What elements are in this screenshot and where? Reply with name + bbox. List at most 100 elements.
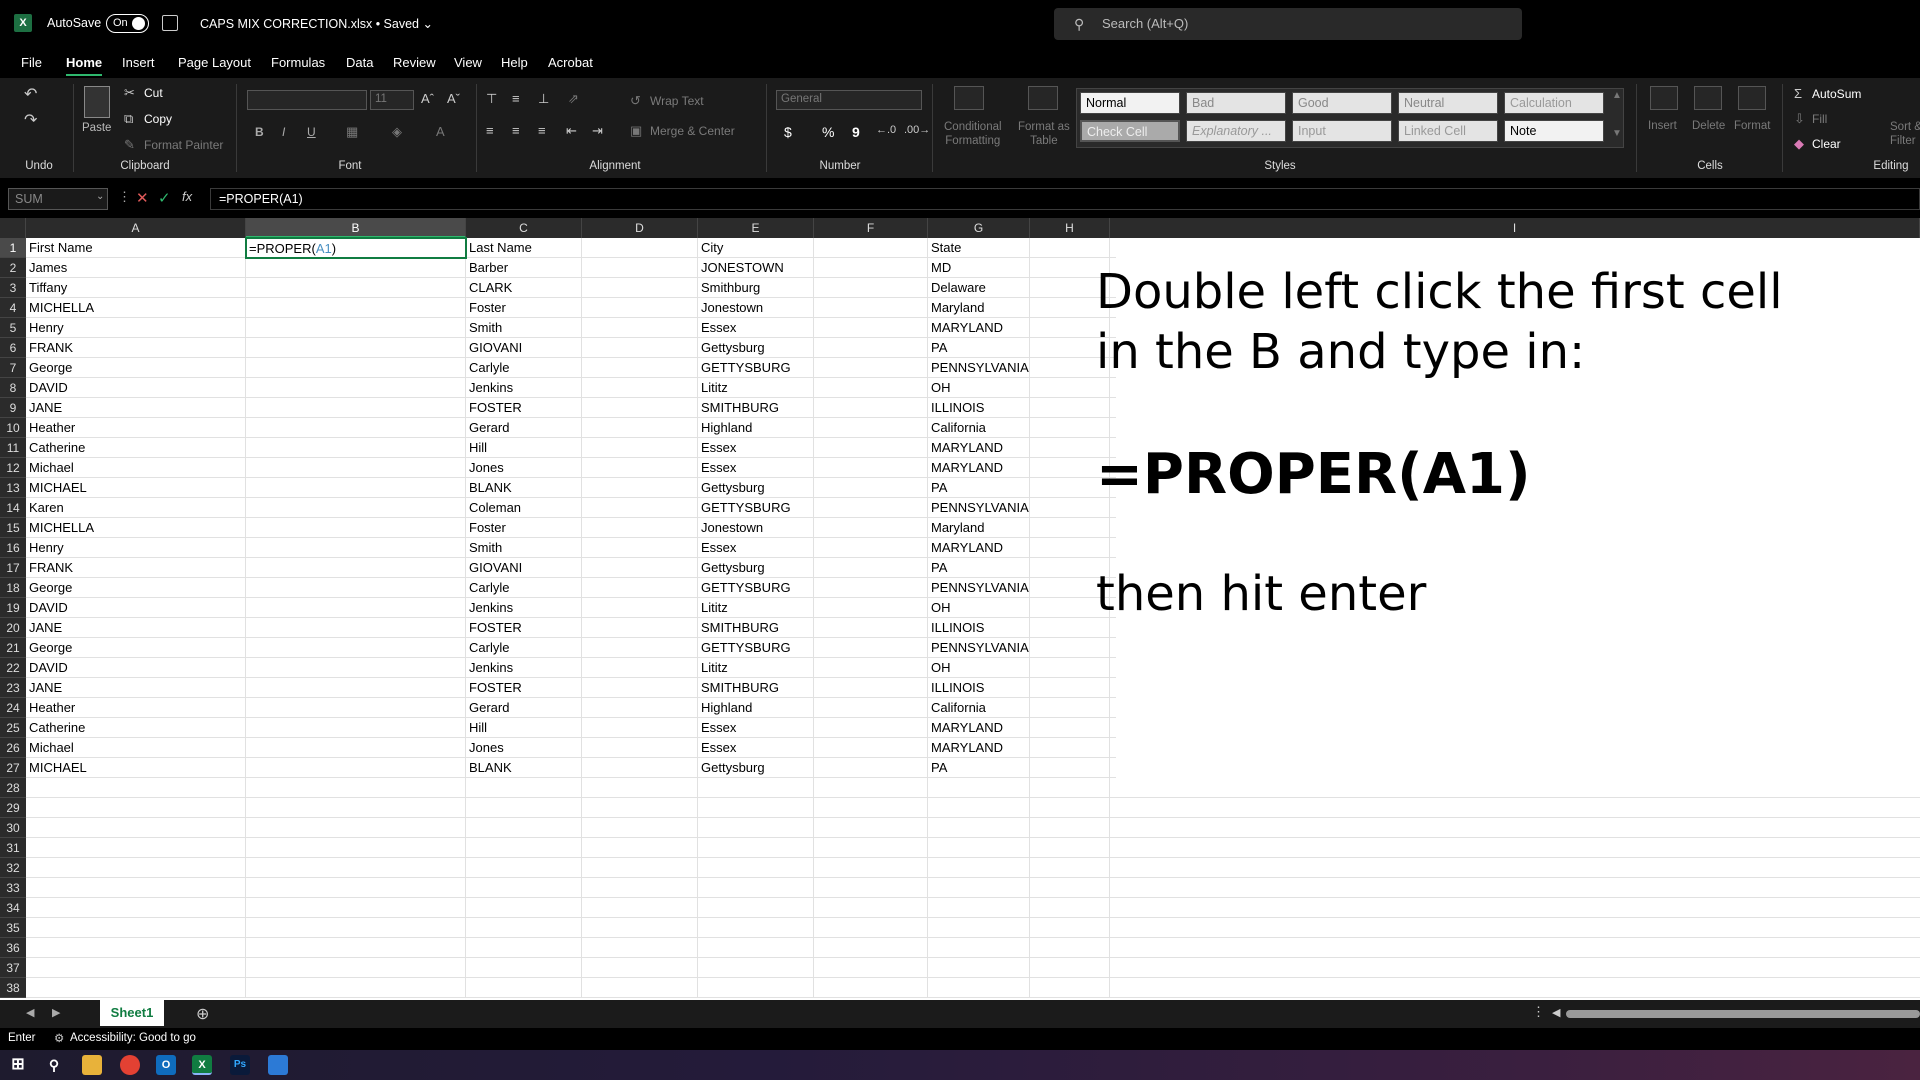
row-header[interactable]: 15 (0, 518, 26, 538)
cell-g13[interactable]: PA (928, 478, 1030, 498)
cell-c13[interactable]: BLANK (466, 478, 582, 498)
row-header[interactable]: 17 (0, 558, 26, 578)
cell-e1[interactable]: City (698, 238, 814, 258)
cell-a15[interactable]: MICHELLA (26, 518, 246, 538)
cell-g24[interactable]: California (928, 698, 1030, 718)
cell-e2[interactable]: JONESTOWN (698, 258, 814, 278)
cell-a2[interactable]: James (26, 258, 246, 278)
cell-c19[interactable]: Jenkins (466, 598, 582, 618)
row-header[interactable]: 37 (0, 958, 26, 978)
cell-a11[interactable]: Catherine (26, 438, 246, 458)
cell-e8[interactable]: Lititz (698, 378, 814, 398)
tab-insert[interactable]: Insert (122, 55, 155, 70)
cell-e9[interactable]: SMITHBURG (698, 398, 814, 418)
row-header[interactable]: 36 (0, 938, 26, 958)
copy-button[interactable]: Copy (144, 112, 172, 126)
align-middle-icon[interactable]: ≡ (512, 91, 520, 106)
photoshop-icon[interactable]: Ps (230, 1055, 250, 1075)
cell-a26[interactable]: Michael (26, 738, 246, 758)
cell-a12[interactable]: Michael (26, 458, 246, 478)
name-box[interactable]: SUM (8, 188, 108, 210)
format-as-table-button[interactable]: Format as Table (1018, 120, 1070, 148)
file-explorer-icon[interactable] (82, 1055, 102, 1075)
windows-start-icon[interactable]: ⊞ (8, 1055, 28, 1075)
cell-a8[interactable]: DAVID (26, 378, 246, 398)
cell-a9[interactable]: JANE (26, 398, 246, 418)
row-header[interactable]: 10 (0, 418, 26, 438)
cell-a18[interactable]: George (26, 578, 246, 598)
cell-g21[interactable]: PENNSYLVANIA (928, 638, 1030, 658)
cell-e12[interactable]: Essex (698, 458, 814, 478)
cell-a4[interactable]: MICHELLA (26, 298, 246, 318)
row-header[interactable]: 31 (0, 838, 26, 858)
cell-c18[interactable]: Carlyle (466, 578, 582, 598)
cell-e18[interactable]: GETTYSBURG (698, 578, 814, 598)
styles-scroll-up-icon[interactable]: ▲ (1612, 90, 1622, 101)
align-right-icon[interactable]: ≡ (538, 123, 546, 138)
enter-icon[interactable]: ✓ (158, 189, 171, 207)
cell-g25[interactable]: MARYLAND (928, 718, 1030, 738)
increase-font-icon[interactable]: Aˆ (421, 91, 434, 106)
autosum-button[interactable]: AutoSum (1812, 87, 1861, 101)
fill-color-icon[interactable]: ◈ (392, 124, 402, 140)
cell-e24[interactable]: Highland (698, 698, 814, 718)
row-header[interactable]: 22 (0, 658, 26, 678)
increase-indent-icon[interactable]: ⇥ (592, 123, 603, 139)
cell-a20[interactable]: JANE (26, 618, 246, 638)
cell-e17[interactable]: Gettysburg (698, 558, 814, 578)
row-header[interactable]: 26 (0, 738, 26, 758)
cut-button[interactable]: Cut (144, 86, 163, 100)
cell-a23[interactable]: JANE (26, 678, 246, 698)
cell-e3[interactable]: Smithburg (698, 278, 814, 298)
tab-acrobat[interactable]: Acrobat (548, 55, 593, 70)
cell-g18[interactable]: PENNSYLVANIA (928, 578, 1030, 598)
row-header[interactable]: 4 (0, 298, 26, 318)
cell-g12[interactable]: MARYLAND (928, 458, 1030, 478)
row-header[interactable]: 35 (0, 918, 26, 938)
row-header[interactable]: 9 (0, 398, 26, 418)
cell-g11[interactable]: MARYLAND (928, 438, 1030, 458)
cell-a24[interactable]: Heather (26, 698, 246, 718)
tab-options-icon[interactable]: ⋮ (1532, 1004, 1545, 1020)
bold-button[interactable]: B (255, 125, 264, 139)
cell-e7[interactable]: GETTYSBURG (698, 358, 814, 378)
row-header[interactable]: 28 (0, 778, 26, 798)
comma-button[interactable]: 9 (852, 124, 860, 140)
cell-e23[interactable]: SMITHBURG (698, 678, 814, 698)
cell-g14[interactable]: PENNSYLVANIA (928, 498, 1030, 518)
row-header[interactable]: 13 (0, 478, 26, 498)
cell-e6[interactable]: Gettysburg (698, 338, 814, 358)
cell-a3[interactable]: Tiffany (26, 278, 246, 298)
next-sheet-icon[interactable]: ▶ (52, 1006, 60, 1019)
format-painter-button[interactable]: Format Painter (144, 138, 223, 152)
search-icon[interactable]: ⚲ (44, 1055, 64, 1075)
column-header-i[interactable]: I (1110, 218, 1920, 238)
fill-button[interactable]: Fill (1812, 112, 1827, 126)
cell-c23[interactable]: FOSTER (466, 678, 582, 698)
cell-c10[interactable]: Gerard (466, 418, 582, 438)
borders-icon[interactable]: ▦ (346, 124, 358, 140)
cell-g9[interactable]: ILLINOIS (928, 398, 1030, 418)
horizontal-scrollbar[interactable] (1566, 1010, 1920, 1018)
style-calculation[interactable]: Calculation (1504, 92, 1604, 114)
column-header-e[interactable]: E (698, 218, 814, 238)
style-linked-cell[interactable]: Linked Cell (1398, 120, 1498, 142)
tab-help[interactable]: Help (501, 55, 528, 70)
cell-a16[interactable]: Henry (26, 538, 246, 558)
tab-home[interactable]: Home (66, 55, 103, 76)
row-header[interactable]: 20 (0, 618, 26, 638)
cell-c21[interactable]: Carlyle (466, 638, 582, 658)
increase-decimal-icon[interactable]: ←.0 (876, 124, 896, 136)
save-icon[interactable] (162, 15, 178, 31)
accessibility-status[interactable]: Accessibility: Good to go (70, 1032, 196, 1044)
cell-g10[interactable]: California (928, 418, 1030, 438)
cell-g26[interactable]: MARYLAND (928, 738, 1030, 758)
cell-c26[interactable]: Jones (466, 738, 582, 758)
tab-view[interactable]: View (454, 55, 482, 70)
row-header[interactable]: 14 (0, 498, 26, 518)
cell-e11[interactable]: Essex (698, 438, 814, 458)
cell-g1[interactable]: State (928, 238, 1030, 258)
cell-c5[interactable]: Smith (466, 318, 582, 338)
excel-taskbar-icon[interactable]: X (192, 1055, 212, 1075)
column-header-a[interactable]: A (26, 218, 246, 238)
